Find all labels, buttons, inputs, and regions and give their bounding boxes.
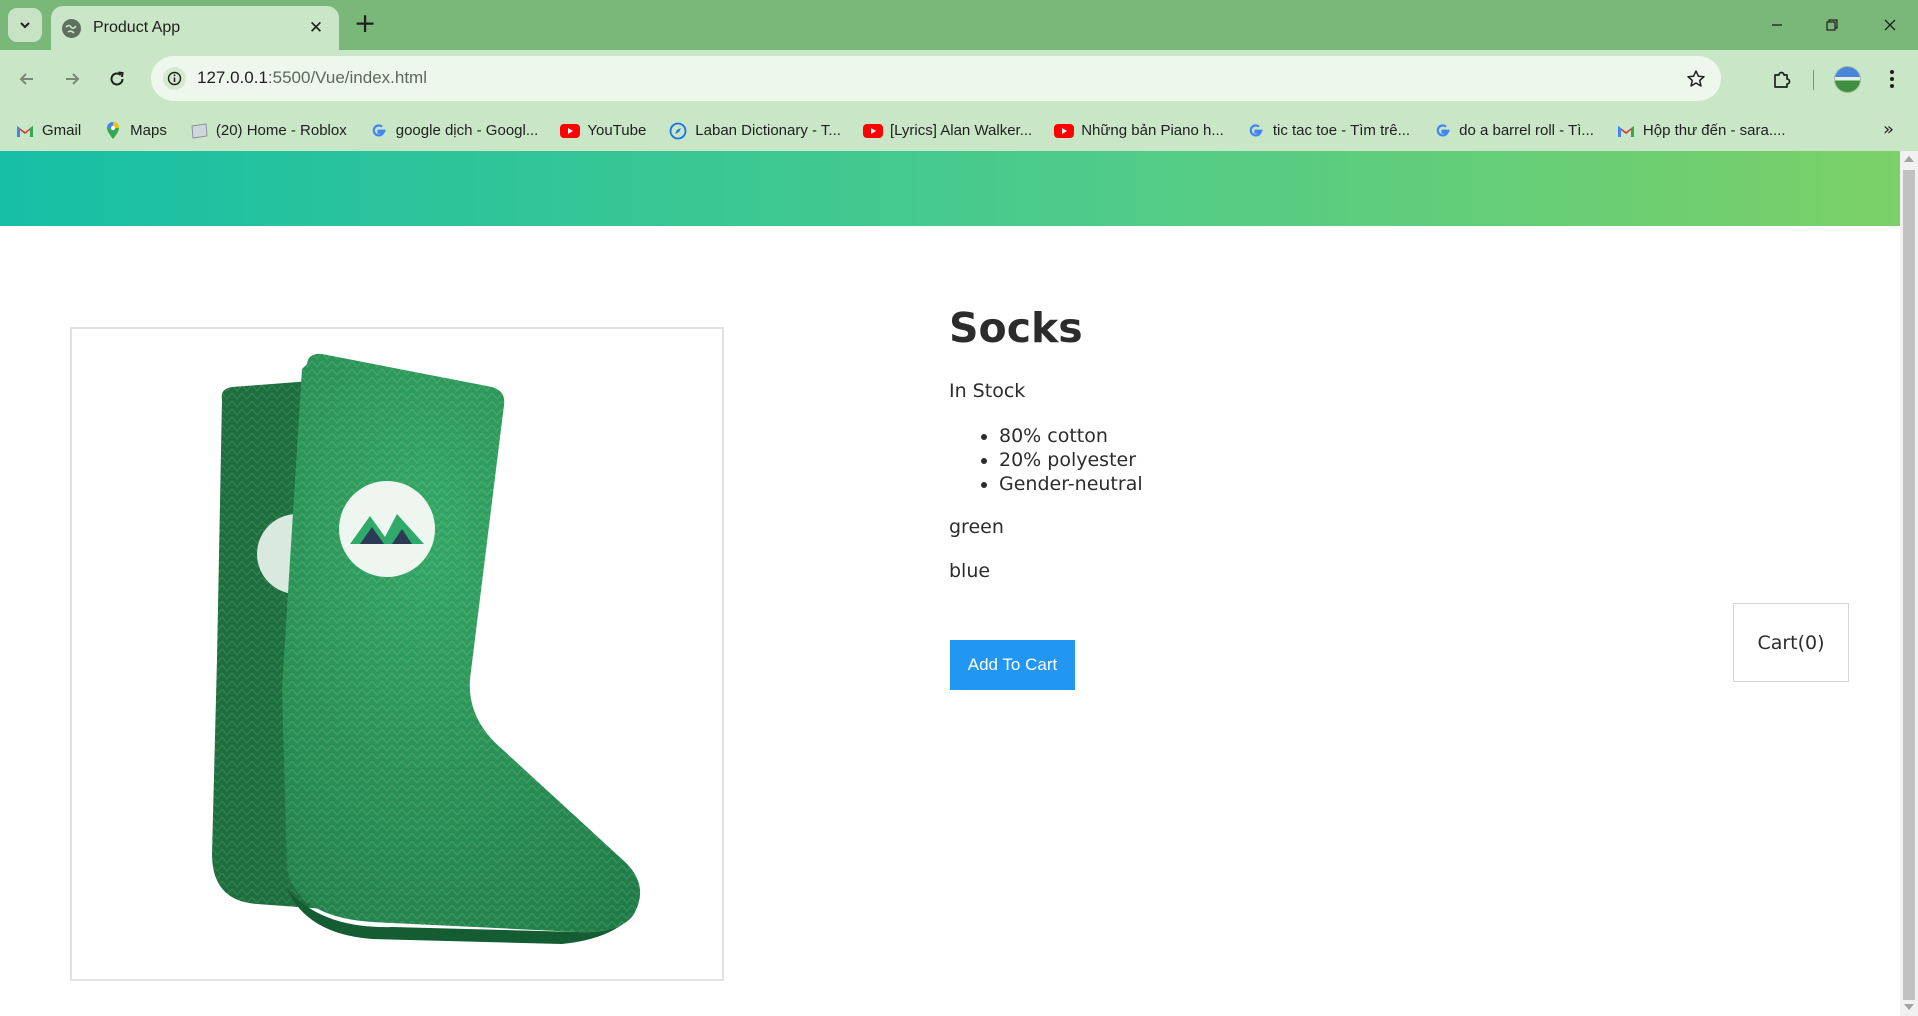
variant-green[interactable]: green — [949, 516, 1004, 538]
bookmark-inbox[interactable]: Hộp thư đến - sara.... — [1616, 121, 1786, 141]
more-vertical-icon — [1890, 70, 1894, 88]
extensions-puzzle-icon[interactable] — [1765, 62, 1799, 96]
minimize-window-button[interactable] — [1755, 12, 1799, 38]
add-to-cart-button[interactable]: Add To Cart — [950, 640, 1075, 690]
browser-tabstrip: Product App ✕ + — [0, 0, 1918, 50]
address-bar[interactable]: 127.0.0.1:5500/Vue/index.html — [151, 56, 1721, 101]
variant-blue[interactable]: blue — [949, 560, 990, 582]
list-item: 80% cotton — [999, 424, 1143, 448]
bookmark-youtube[interactable]: YouTube — [560, 121, 646, 141]
tab-search-button[interactable] — [8, 8, 42, 42]
bookmark-star-icon[interactable] — [1682, 65, 1709, 92]
bookmark-roblox[interactable]: (20) Home - Roblox — [189, 121, 347, 141]
close-icon — [1884, 19, 1896, 31]
bookmark-label: (20) Home - Roblox — [215, 122, 347, 139]
url-host: 127.0.0.1 — [197, 68, 268, 87]
bookmark-label: Gmail — [42, 122, 82, 139]
roblox-icon — [189, 121, 209, 141]
google-icon — [1246, 121, 1266, 141]
new-tab-button[interactable]: + — [350, 10, 380, 40]
url-text[interactable]: 127.0.0.1:5500/Vue/index.html — [197, 68, 427, 88]
bookmark-barrel-roll[interactable]: do a barrel roll - Tì... — [1432, 121, 1594, 141]
bookmark-alan-walker[interactable]: [Lyrics] Alan Walker... — [862, 121, 1033, 141]
scroll-down-arrow-icon[interactable] — [1904, 1004, 1914, 1010]
reload-icon — [110, 71, 124, 86]
gmail-icon — [15, 121, 35, 141]
bookmark-label: tic tac toe - Tìm trê... — [1272, 122, 1411, 139]
scrollbar-thumb[interactable] — [1903, 170, 1915, 1000]
close-tab-icon[interactable]: ✕ — [304, 18, 328, 38]
nav-bar — [0, 151, 1900, 226]
reload-button[interactable] — [100, 62, 134, 96]
bookmark-label: do a barrel roll - Tì... — [1459, 122, 1594, 139]
arrow-left-icon — [19, 73, 33, 85]
browser-toolbar: 127.0.0.1:5500/Vue/index.html — [0, 50, 1918, 110]
bookmark-label: [Lyrics] Alan Walker... — [889, 122, 1033, 139]
bookmark-label: YouTube — [587, 122, 647, 139]
forward-button[interactable] — [55, 62, 89, 96]
close-window-button[interactable] — [1868, 12, 1912, 38]
bookmark-label: Những bản Piano h... — [1081, 122, 1224, 139]
globe-icon — [62, 18, 81, 38]
cart-box: Cart(0) — [1733, 603, 1849, 682]
youtube-icon — [862, 121, 883, 141]
bookmarks-bar: Gmail Maps (20) Home - Roblox google dịc… — [0, 110, 1918, 151]
list-item: Gender-neutral — [999, 472, 1143, 496]
google-icon — [369, 121, 389, 141]
product-title: Socks — [949, 304, 1083, 352]
bookmark-laban[interactable]: Laban Dictionary - T... — [668, 121, 841, 141]
product-image — [70, 327, 724, 981]
youtube-icon — [1054, 121, 1075, 141]
bookmark-maps[interactable]: Maps — [103, 121, 167, 141]
scroll-up-arrow-icon[interactable] — [1904, 156, 1914, 162]
bookmark-gmail[interactable]: Gmail — [15, 121, 81, 141]
site-info-icon[interactable] — [163, 67, 186, 90]
browser-tab-active[interactable]: Product App ✕ — [51, 6, 339, 50]
bookmark-tic-tac-toe[interactable]: tic tac toe - Tìm trê... — [1246, 121, 1410, 141]
bookmark-label: Hộp thư đến - sara.... — [1642, 122, 1786, 139]
bookmark-google-translate[interactable]: google dịch - Googl... — [369, 121, 539, 141]
google-icon — [1432, 121, 1452, 141]
maps-icon — [103, 121, 123, 141]
bookmark-piano[interactable]: Những bản Piano h... — [1054, 121, 1224, 141]
cart-label: Cart(0) — [1757, 631, 1825, 654]
youtube-icon — [560, 121, 581, 141]
more-bookmarks-button[interactable]: » — [1883, 119, 1894, 140]
minimize-icon — [1772, 24, 1782, 26]
gmail-icon — [1616, 121, 1636, 141]
profile-avatar[interactable] — [1834, 66, 1861, 93]
browser-menu-button[interactable] — [1880, 62, 1904, 96]
back-button[interactable] — [10, 62, 44, 96]
restore-icon — [1826, 19, 1838, 31]
page-viewport: Socks In Stock 80% cotton 20% polyester … — [0, 151, 1900, 1016]
tab-title: Product App — [93, 19, 181, 36]
bookmark-label: google dịch - Googl... — [395, 122, 539, 139]
chevron-down-icon — [20, 22, 30, 29]
url-path: :5500/Vue/index.html — [267, 68, 427, 87]
green-socks-image — [212, 353, 641, 944]
toolbar-divider — [1813, 70, 1814, 90]
restore-window-button[interactable] — [1810, 12, 1854, 38]
product-details-list: 80% cotton 20% polyester Gender-neutral — [999, 424, 1143, 496]
bookmark-label: Maps — [130, 122, 167, 139]
bookmark-label: Laban Dictionary - T... — [695, 122, 841, 139]
arrow-right-icon — [66, 73, 80, 85]
list-item: 20% polyester — [999, 448, 1143, 472]
laban-icon — [668, 121, 688, 141]
stock-status: In Stock — [949, 380, 1026, 402]
